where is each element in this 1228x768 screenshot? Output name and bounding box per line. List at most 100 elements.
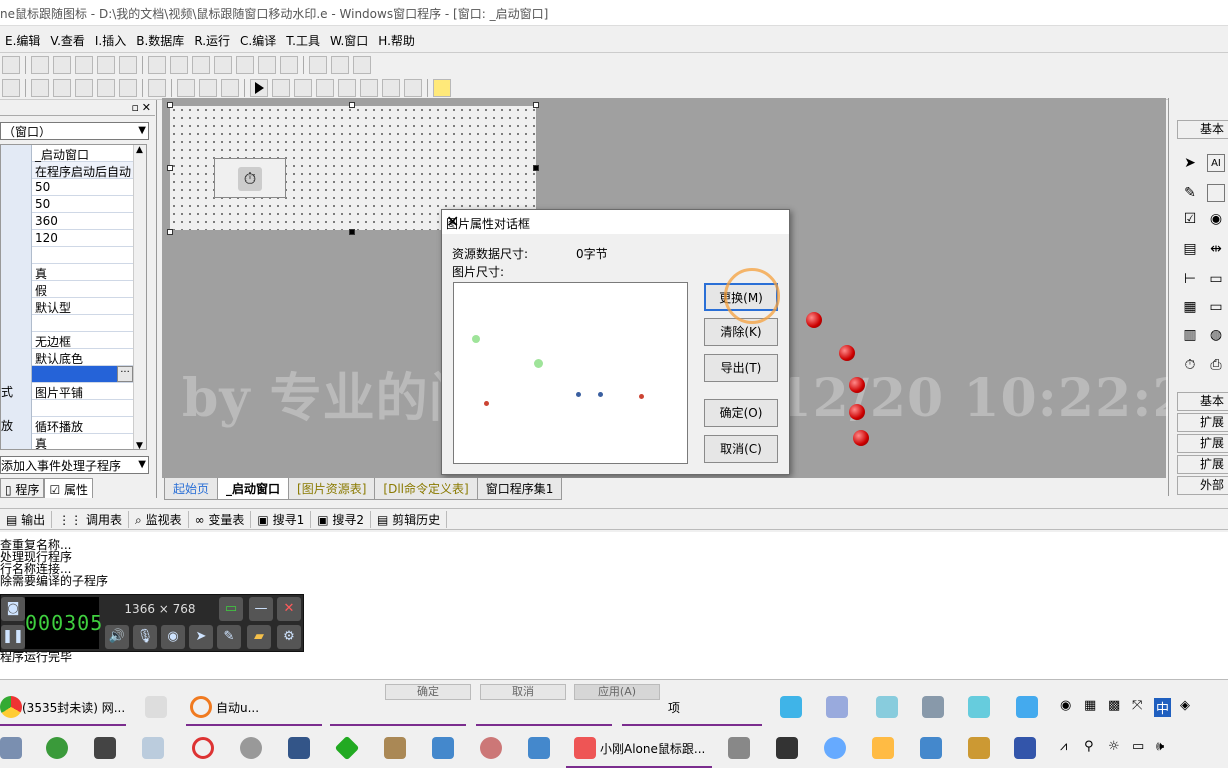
taskbar-item-project[interactable]: 项 [668, 699, 680, 716]
palette-tab-basic-2[interactable]: 基本 [1177, 392, 1228, 411]
camera-icon[interactable]: ◙ [1, 597, 25, 621]
step-icon[interactable] [294, 78, 312, 97]
network-icon[interactable]: ▭ [1132, 739, 1144, 754]
label-icon[interactable]: AI [1207, 154, 1225, 172]
volume-icon[interactable]: 🕪 [1156, 739, 1164, 754]
app-icon[interactable] [574, 737, 596, 759]
property-row[interactable]: 假 [1, 281, 133, 298]
app-icon[interactable] [288, 737, 310, 759]
taskbar-item-auto[interactable]: 自动u... [216, 699, 259, 716]
pin-icon[interactable]: ▫ [132, 101, 139, 114]
pointer-icon[interactable]: ➤ [1181, 154, 1199, 172]
tab-search-1[interactable]: ▣ 搜寻1 [251, 510, 312, 528]
step-out-icon[interactable] [360, 78, 378, 97]
app-icon[interactable] [142, 737, 164, 759]
resize-handle[interactable] [533, 102, 539, 108]
frame-icon[interactable]: ▭ [1207, 298, 1225, 316]
close-icon[interactable]: ✕ [446, 212, 779, 231]
property-row[interactable]: 360 [1, 213, 133, 230]
event-selector[interactable]: 添加入事件处理子程序 ▼ [0, 456, 149, 474]
clear-button[interactable]: 清除(K) [704, 318, 778, 346]
tab-properties[interactable]: ☑ 属性 [44, 478, 94, 498]
redo-icon[interactable] [97, 78, 115, 97]
property-scrollbar[interactable]: ▲ ▼ [133, 145, 146, 449]
align-center-icon[interactable] [170, 55, 188, 74]
align-middle-icon[interactable] [214, 55, 232, 74]
menu-help[interactable]: H.帮助 [373, 32, 420, 49]
object-selector[interactable]: （窗口） ▼ [0, 122, 149, 140]
same-height-icon[interactable] [331, 55, 349, 74]
app-icon[interactable] [528, 737, 550, 759]
same-size-icon[interactable] [353, 55, 371, 74]
close-icon[interactable]: ✕ [142, 101, 151, 114]
align-top-icon[interactable] [192, 55, 210, 74]
calendar-icon[interactable] [728, 737, 750, 759]
app-icon[interactable] [1016, 696, 1038, 718]
app-icon[interactable] [922, 696, 944, 718]
folder-icon[interactable]: ▰ [247, 625, 271, 649]
tab-clipboard-history[interactable]: ▤ 剪辑历史 [371, 510, 448, 528]
app-icon[interactable] [1014, 737, 1036, 759]
resize-handle[interactable] [167, 229, 173, 235]
cursor-icon[interactable]: ➤ [189, 625, 213, 649]
space-v-icon[interactable] [280, 55, 298, 74]
app-icon[interactable] [334, 735, 360, 761]
undo-icon[interactable] [119, 55, 137, 74]
app-icon[interactable] [876, 696, 898, 718]
tab-variables[interactable]: ∞ 变量表 [189, 510, 252, 528]
chrome-icon[interactable] [0, 696, 22, 718]
app-icon[interactable] [384, 737, 406, 759]
resize-handle[interactable] [349, 229, 355, 235]
bilibili-icon[interactable] [780, 696, 802, 718]
layout1-icon[interactable] [177, 78, 195, 97]
property-row[interactable] [1, 315, 133, 332]
minimize-icon[interactable]: — [249, 597, 273, 621]
align-bottom-icon[interactable] [236, 55, 254, 74]
property-row[interactable] [1, 400, 133, 417]
grid-icon[interactable]: ▦ [1181, 298, 1199, 316]
tab-window-program-set[interactable]: 窗口程序集1 [476, 478, 563, 500]
toolbar-button[interactable] [2, 55, 20, 74]
timer-control[interactable]: ⏱ [214, 158, 286, 198]
tray-icon[interactable]: ☼ [1108, 739, 1120, 754]
menu-database[interactable]: B.数据库 [131, 32, 189, 49]
close-icon[interactable]: ✕ [277, 597, 301, 621]
tray-icon[interactable]: ▦ [1084, 698, 1096, 713]
pause-icon[interactable]: ❚❚ [1, 625, 25, 649]
radio-icon[interactable]: ◉ [1207, 210, 1225, 228]
palette-tab-extended-2[interactable]: 扩展 [1177, 434, 1228, 453]
microphone-icon[interactable]: 🎙 [133, 625, 157, 649]
palette-tab-extended-3[interactable]: 扩展 [1177, 455, 1228, 474]
redo-icon[interactable] [97, 55, 115, 74]
checkbox-icon[interactable]: ☑ [1181, 210, 1199, 228]
tray-icon[interactable]: ◉ [1060, 698, 1071, 713]
tray-icon[interactable]: ⚲ [1084, 739, 1094, 754]
property-row[interactable] [1, 247, 133, 264]
property-row[interactable]: 放循环播放 [1, 417, 133, 434]
step-over-icon[interactable] [338, 78, 356, 97]
property-row[interactable]: 默认底色 [1, 349, 133, 366]
globe-icon[interactable]: ◍ [1207, 326, 1225, 344]
speaker-icon[interactable]: 🔊 [105, 625, 129, 649]
table-icon[interactable]: ▥ [1181, 326, 1199, 344]
property-row[interactable]: 120 [1, 230, 133, 247]
hand-icon[interactable] [404, 78, 422, 97]
export-button[interactable]: 导出(T) [704, 354, 778, 382]
layout2-icon[interactable] [199, 78, 217, 97]
edit-icon[interactable]: ✎ [1181, 184, 1199, 202]
paste-icon[interactable] [75, 78, 93, 97]
same-width-icon[interactable] [309, 55, 327, 74]
ok-button[interactable]: 确定(O) [704, 399, 778, 427]
tab-startup-window[interactable]: _启动窗口 [217, 478, 290, 500]
step-into-icon[interactable] [316, 78, 334, 97]
app-icon[interactable] [872, 737, 894, 759]
tab-search-2[interactable]: ▣ 搜寻2 [311, 510, 371, 528]
tab-call-table[interactable]: ⋮⋮ 调用表 [52, 510, 130, 528]
globe-icon[interactable] [46, 737, 68, 759]
menu-view[interactable]: V.查看 [45, 32, 89, 49]
menu-compile[interactable]: C.编译 [235, 32, 281, 49]
align-left-icon[interactable] [148, 55, 166, 74]
stop-icon[interactable] [272, 78, 290, 97]
app-icon[interactable] [920, 737, 942, 759]
property-row[interactable]: 无边框 [1, 332, 133, 349]
